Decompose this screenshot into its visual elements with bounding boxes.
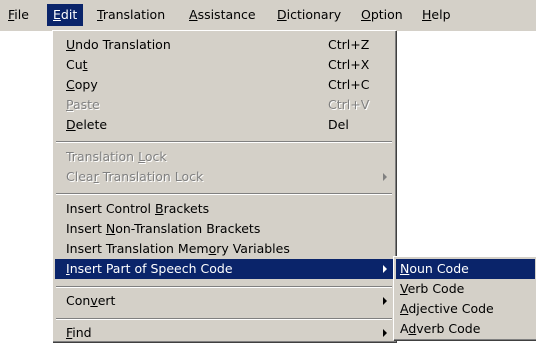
shortcut-label: Ctrl+C — [328, 77, 370, 92]
menu-item-paste: Paste Ctrl+V — [55, 95, 393, 115]
submenu-arrow-icon — [383, 265, 387, 273]
menu-bar: File Edit Translation Assistance Diction… — [0, 0, 536, 31]
shortcut-label: Ctrl+Z — [328, 37, 370, 52]
menu-item-insert-non-translation-brackets[interactable]: Insert Non-Translation Brackets — [55, 219, 393, 239]
menu-item-convert[interactable]: Convert — [55, 291, 393, 311]
submenu-item-adverb-code[interactable]: Adverb Code — [396, 319, 535, 339]
submenu-arrow-icon — [383, 173, 387, 181]
menu-translation[interactable]: Translation — [91, 4, 171, 26]
menu-dictionary[interactable]: Dictionary — [271, 4, 347, 26]
menu-item-copy[interactable]: Copy Ctrl+C — [55, 75, 393, 95]
submenu-item-noun-code[interactable]: Noun Code — [396, 259, 535, 279]
menu-item-cut[interactable]: Cut Ctrl+X — [55, 55, 393, 75]
menu-item-insert-part-of-speech-code[interactable]: Insert Part of Speech Code — [55, 259, 393, 279]
submenu-arrow-icon — [383, 297, 387, 305]
menu-separator — [56, 193, 392, 195]
submenu-item-verb-code[interactable]: Verb Code — [396, 279, 535, 299]
edit-menu-dropdown: Undo Translation Ctrl+Z Cut Ctrl+X Copy … — [52, 30, 396, 342]
menu-item-undo-translation[interactable]: Undo Translation Ctrl+Z — [55, 35, 393, 55]
menu-item-delete[interactable]: Delete Del — [55, 115, 393, 135]
menu-item-insert-translation-memory-variables[interactable]: Insert Translation Memory Variables — [55, 239, 393, 259]
submenu-arrow-icon — [383, 329, 387, 337]
menu-item-find[interactable]: Find — [55, 323, 393, 343]
shortcut-label: Del — [328, 117, 349, 132]
menu-separator — [56, 318, 392, 320]
menu-item-insert-control-brackets[interactable]: Insert Control Brackets — [55, 199, 393, 219]
part-of-speech-submenu: Noun Code Verb Code Adjective Code Adver… — [393, 256, 536, 340]
menu-item-clear-translation-lock: Clear Translation Lock — [55, 167, 393, 187]
menu-help[interactable]: Help — [416, 4, 457, 26]
menu-edit[interactable]: Edit — [47, 4, 84, 26]
menu-option[interactable]: Option — [355, 4, 409, 26]
menu-assistance[interactable]: Assistance — [183, 4, 262, 26]
menu-separator — [56, 141, 392, 143]
menu-file[interactable]: File — [2, 4, 35, 26]
menu-item-translation-lock: Translation Lock — [66, 149, 167, 164]
submenu-item-adjective-code[interactable]: Adjective Code — [396, 299, 535, 319]
shortcut-label: Ctrl+V — [328, 97, 370, 112]
menu-separator — [56, 286, 392, 288]
shortcut-label: Ctrl+X — [328, 57, 370, 72]
